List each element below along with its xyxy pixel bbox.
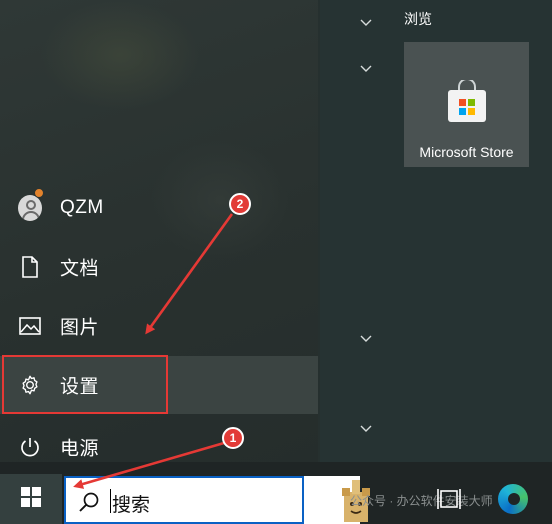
task-view-icon[interactable] [436,486,462,512]
settings-highlight-box [2,355,168,414]
windows-logo-icon [21,486,41,512]
document-icon [18,255,42,279]
documents-label: 文档 [60,258,100,280]
power-icon [18,435,42,459]
microsoft-store-tile[interactable]: Microsoft Store [404,42,529,167]
search-box[interactable]: 搜索 [64,476,304,524]
wallpaper-blur [40,0,200,110]
microsoft-store-label: Microsoft Store [419,144,514,160]
power-label: 电源 [60,438,100,460]
search-placeholder: 搜索 [112,495,151,516]
documents-item[interactable]: 文档 [0,238,318,296]
tile-group-title: 浏览 [404,11,432,27]
chevron-down-icon[interactable] [358,422,374,436]
start-button[interactable] [0,474,62,524]
edge-browser-icon[interactable] [498,484,528,514]
step-badge-1: 1 [222,427,244,449]
chevron-down-icon[interactable] [358,16,374,30]
pictures-item[interactable]: 图片 [0,297,318,355]
chevron-down-icon[interactable] [358,62,374,76]
watermark-text: 公众号 · 办公软件安装大师 [350,494,493,508]
pictures-label: 图片 [60,317,100,339]
user-account-item[interactable]: QZM [0,179,318,237]
step-badge-2: 2 [229,193,251,215]
microsoft-store-icon [446,78,488,124]
text-caret [110,489,111,513]
user-name-label: QZM [60,197,104,218]
chevron-down-icon[interactable] [358,332,374,346]
status-dot [34,188,44,198]
user-avatar-icon [18,195,42,221]
pictures-icon [18,314,42,338]
search-icon [78,491,100,513]
